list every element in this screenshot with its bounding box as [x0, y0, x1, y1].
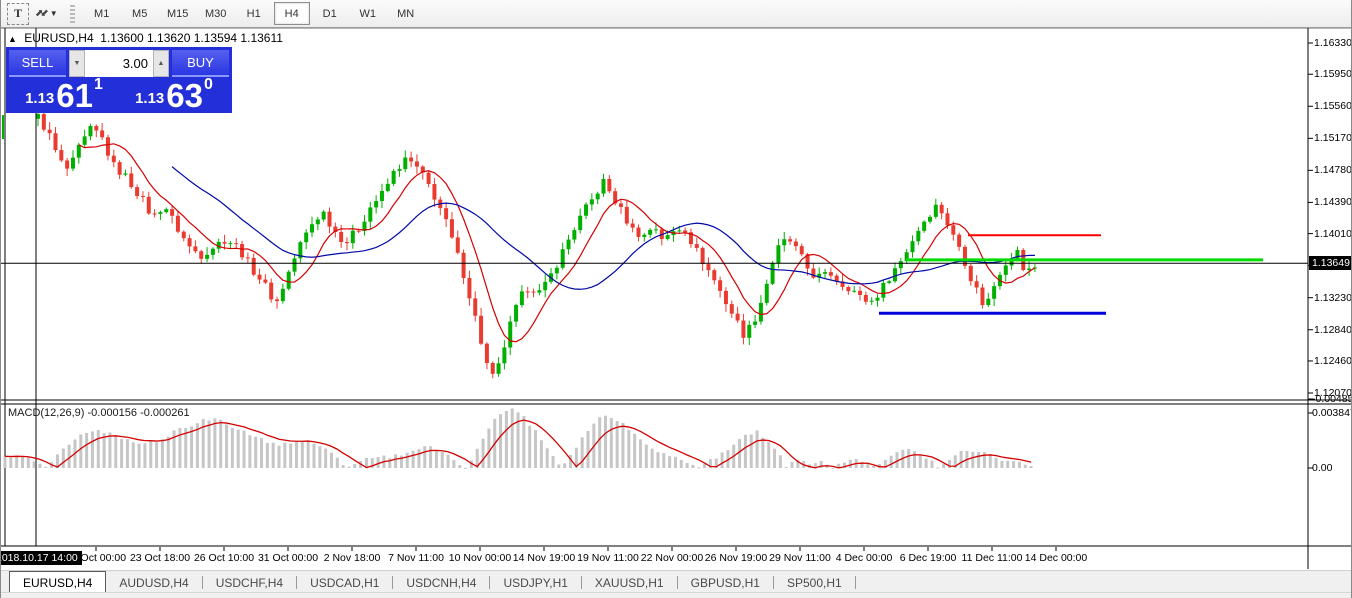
volume-down-button[interactable]: ▼: [69, 50, 85, 77]
toolbar: T ⬈⬋ ▼ M1M5M15M30H1H4D1W1MN: [1, 0, 1351, 28]
sell-button[interactable]: SELL: [9, 50, 66, 77]
volume-up-button[interactable]: ▲: [153, 50, 169, 77]
buy-price-main: 63: [166, 82, 203, 109]
price-tick-label: 1.15560: [1314, 100, 1352, 112]
collapse-triangle-icon: ▲: [8, 34, 17, 44]
one-click-trade-panel: SELL ▼ 3.00 ▲ BUY 1.13 61 1 1.13 63 0: [6, 47, 232, 113]
timeframe-button-m1[interactable]: M1: [84, 2, 120, 25]
timeframe-button-d1[interactable]: D1: [312, 2, 348, 25]
mt4-window: T ⬈⬋ ▼ M1M5M15M30H1H4D1W1MN ▲ EURUSD,H4 …: [0, 0, 1352, 598]
timeframe-button-m5[interactable]: M5: [122, 2, 158, 25]
price-tick-label: 1.15950: [1314, 68, 1352, 80]
time-tick-label: 10 Nov 00:00: [449, 552, 511, 564]
volume-stepper: ▼ 3.00 ▲: [69, 50, 169, 77]
text-tool-icon: T: [14, 6, 22, 21]
price-tick-label: 1.14780: [1314, 164, 1352, 176]
toolbar-grip[interactable]: [70, 5, 75, 23]
status-strip: [1, 592, 1351, 598]
chart-tab-audusd[interactable]: AUDUSD,H4: [106, 573, 201, 593]
chart-title: ▲ EURUSD,H4 1.13600 1.13620 1.13594 1.13…: [8, 31, 283, 45]
price-tick-label: 1.13230: [1314, 292, 1352, 304]
chart-tab-xauusd[interactable]: XAUUSD,H1: [582, 573, 677, 593]
timeframe-button-h4[interactable]: H4: [274, 2, 310, 25]
tab-separator: [855, 576, 856, 589]
time-tick-label: 29 Nov 11:00: [769, 552, 831, 564]
time-tick-label: 19 Nov 11:00: [577, 552, 639, 564]
time-tick-label: 14 Dec 00:00: [1025, 552, 1087, 564]
volume-input[interactable]: 3.00: [85, 50, 153, 77]
time-tick-label: 6 Dec 19:00: [900, 552, 957, 564]
chart-tab-gbpusd[interactable]: GBPUSD,H1: [678, 573, 773, 593]
price-tick-label: 1.16330: [1314, 37, 1352, 49]
sell-price-main: 61: [56, 82, 93, 109]
timeframe-button-w1[interactable]: W1: [350, 2, 386, 25]
sell-price-pipette: 1: [94, 77, 103, 93]
buy-price-display[interactable]: 1.13 63 0: [119, 77, 229, 110]
sell-price-display[interactable]: 1.13 61 1: [9, 77, 119, 110]
time-tick-label: 26 Oct 10:00: [194, 552, 254, 564]
arrows-icon: ⬈⬋: [35, 8, 46, 19]
price-tick-label: 1.12460: [1314, 355, 1352, 367]
macd-name: MACD(12,26,9): [8, 407, 84, 419]
chevron-down-icon: ▼: [50, 9, 58, 18]
macd-tick-label: -0.004856: [1312, 393, 1352, 405]
macd-indicator-label: MACD(12,26,9) -0.000156 -0.000261: [8, 407, 190, 419]
chart-tab-sp500[interactable]: SP500,H1: [774, 573, 855, 593]
chart-tabbar: EURUSD,H4AUDUSD,H4USDCHF,H4USDCAD,H1USDC…: [1, 570, 1351, 593]
timeframe-toolbar: M1M5M15M30H1H4D1W1MN: [83, 0, 425, 27]
macd-tick-label: 0.00: [1312, 462, 1332, 474]
crosshair-time-badge: 2018.10.17 14:00: [0, 551, 82, 565]
time-tick-label: 23 Oct 18:00: [130, 552, 190, 564]
text-tool-button[interactable]: T: [7, 3, 29, 25]
price-tick-label: 1.14390: [1314, 196, 1352, 208]
chart-tab-usdcnh[interactable]: USDCNH,H4: [393, 573, 489, 593]
time-tick-label: 14 Nov 19:00: [513, 552, 575, 564]
buy-price-pipette: 0: [204, 77, 213, 93]
time-tick-label: 2 Nov 18:00: [324, 552, 381, 564]
ohlc-values: 1.13600 1.13620 1.13594 1.13611: [100, 31, 283, 45]
price-tick-label: 1.14010: [1314, 228, 1352, 240]
symbol-period-label: EURUSD,H4: [24, 31, 93, 45]
time-tick-label: 11 Dec 11:00: [962, 552, 1023, 564]
chart-tab-usdcad[interactable]: USDCAD,H1: [297, 573, 392, 593]
price-tick-label: 1.12840: [1314, 324, 1352, 336]
sell-price-prefix: 1.13: [25, 88, 54, 109]
time-tick-label: 7 Nov 11:00: [388, 552, 444, 564]
macd-tick-label: 0.003847: [1312, 407, 1352, 419]
price-tick-label: 1.15170: [1314, 132, 1352, 144]
time-tick-label: 26 Nov 19:00: [705, 552, 767, 564]
chart-tab-usdjpy[interactable]: USDJPY,H1: [490, 573, 580, 593]
macd-current-values: -0.000156 -0.000261: [87, 407, 189, 419]
time-tick-label: 22 Nov 00:00: [641, 552, 703, 564]
buy-price-prefix: 1.13: [135, 88, 164, 109]
chart-tab-usdchf[interactable]: USDCHF,H4: [203, 573, 296, 593]
timeframe-button-m30[interactable]: M30: [198, 2, 234, 25]
chart-tab-eurusd[interactable]: EURUSD,H4: [9, 571, 106, 593]
timeframe-button-mn[interactable]: MN: [388, 2, 424, 25]
arrows-tool-button[interactable]: ⬈⬋ ▼: [35, 4, 58, 24]
current-price-badge: 1.13649: [1309, 256, 1352, 270]
time-tick-label: 4 Dec 00:00: [836, 552, 893, 564]
timeframe-button-m15[interactable]: M15: [160, 2, 196, 25]
buy-button[interactable]: BUY: [172, 50, 229, 77]
timeframe-button-h1[interactable]: H1: [236, 2, 272, 25]
time-tick-label: 31 Oct 00:00: [258, 552, 318, 564]
